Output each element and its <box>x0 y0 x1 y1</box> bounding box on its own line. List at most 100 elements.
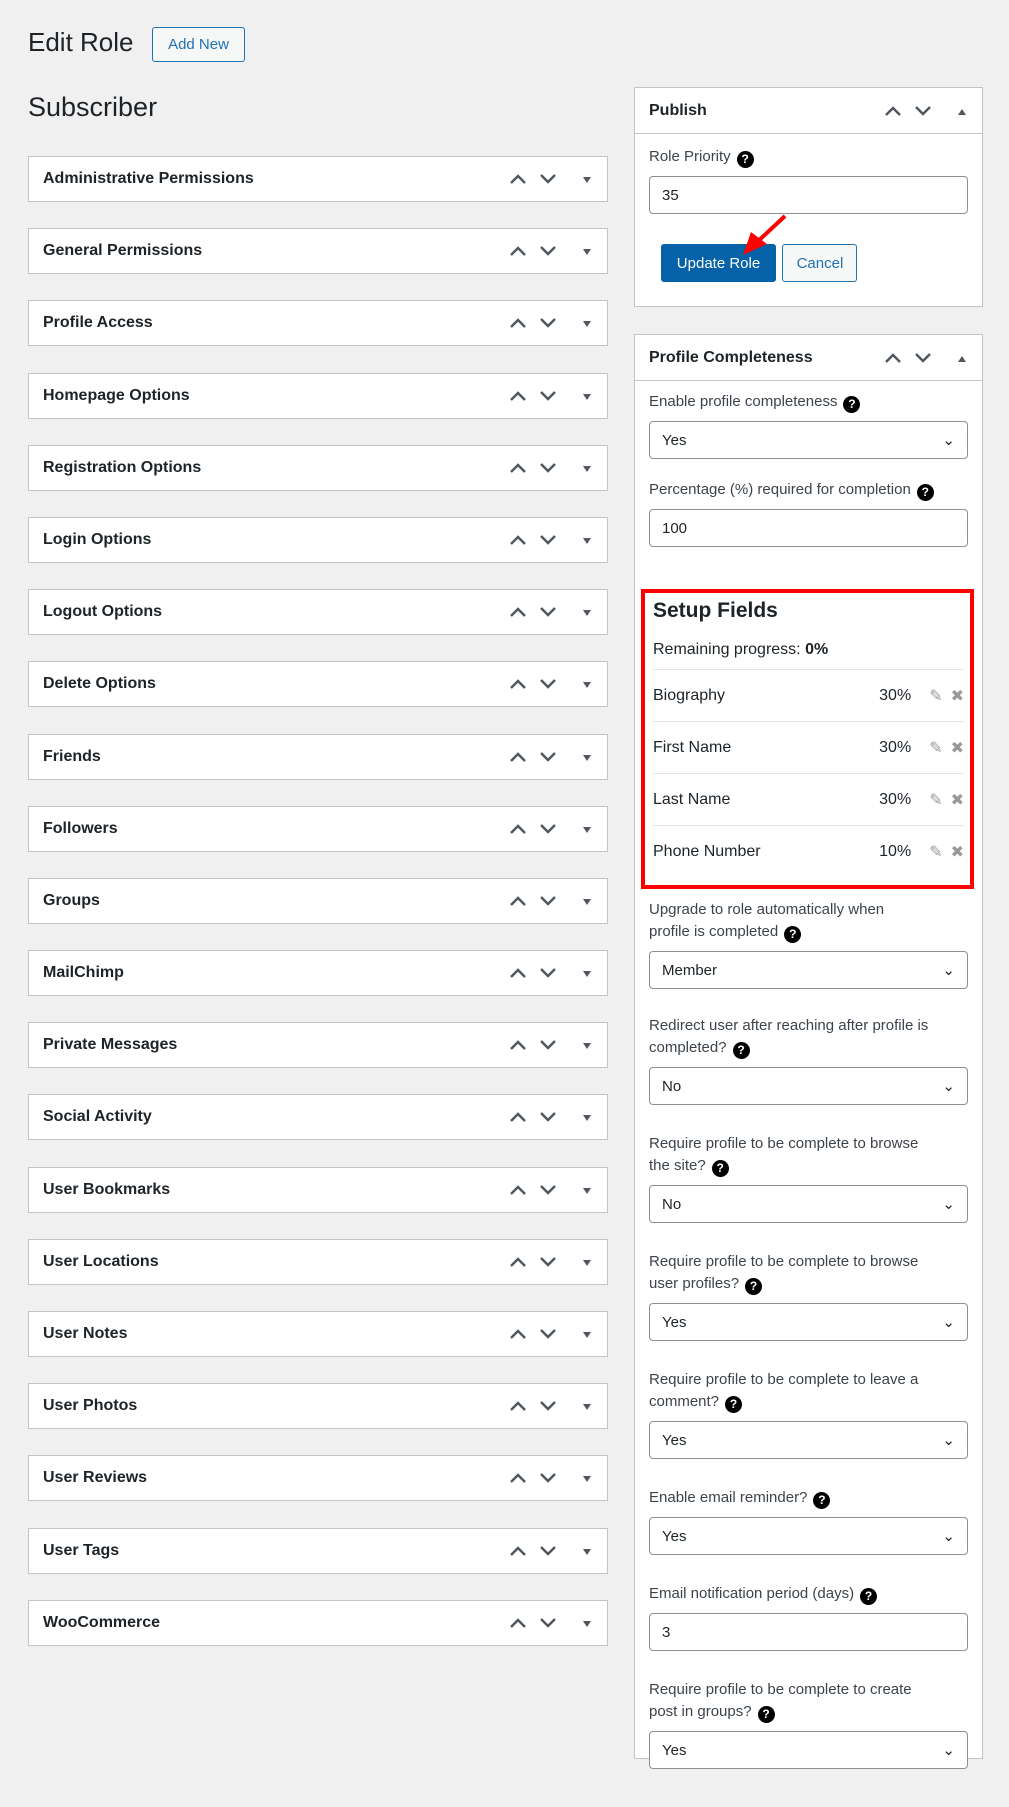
move-down-icon[interactable] <box>539 751 557 763</box>
move-down-icon[interactable] <box>539 1039 557 1051</box>
add-new-button[interactable]: Add New <box>152 27 245 62</box>
move-up-icon[interactable] <box>884 105 902 117</box>
toggle-icon[interactable] <box>569 896 593 906</box>
move-up-icon[interactable] <box>509 1184 527 1196</box>
option-select[interactable]: No ⌄ <box>649 1067 968 1105</box>
move-down-icon[interactable] <box>539 1256 557 1268</box>
close-icon[interactable]: ✖ <box>951 790 964 810</box>
help-icon[interactable]: ? <box>736 150 754 168</box>
move-down-icon[interactable] <box>914 352 932 364</box>
help-icon[interactable]: ? <box>860 1587 878 1605</box>
enable-select[interactable]: Yes ⌄ <box>649 421 968 459</box>
move-down-icon[interactable] <box>539 1617 557 1629</box>
move-down-icon[interactable] <box>539 1545 557 1557</box>
toggle-icon[interactable] <box>569 391 593 401</box>
move-up-icon[interactable] <box>509 751 527 763</box>
move-down-icon[interactable] <box>539 317 557 329</box>
pencil-icon[interactable]: ✎ <box>929 686 942 706</box>
move-up-icon[interactable] <box>509 606 527 618</box>
section-box[interactable]: Followers <box>28 805 608 852</box>
section-box[interactable]: Logout Options <box>28 589 608 636</box>
move-down-icon[interactable] <box>539 967 557 979</box>
section-box[interactable]: MailChimp <box>28 950 608 997</box>
move-down-icon[interactable] <box>539 823 557 835</box>
move-up-icon[interactable] <box>509 1472 527 1484</box>
section-box[interactable]: User Notes <box>28 1311 608 1357</box>
toggle-icon[interactable] <box>569 968 593 978</box>
move-up-icon[interactable] <box>509 1400 527 1412</box>
close-icon[interactable]: ✖ <box>951 738 964 758</box>
help-icon[interactable]: ? <box>813 1491 831 1509</box>
toggle-icon[interactable] <box>569 318 593 328</box>
section-box[interactable]: Delete Options <box>28 661 608 708</box>
move-up-icon[interactable] <box>509 895 527 907</box>
move-up-icon[interactable] <box>509 173 527 185</box>
help-icon[interactable]: ? <box>725 1395 743 1413</box>
close-icon[interactable]: ✖ <box>951 686 964 706</box>
close-icon[interactable]: ✖ <box>951 842 964 862</box>
section-box[interactable]: User Reviews <box>28 1455 608 1502</box>
section-box[interactable]: Login Options <box>28 516 608 563</box>
move-up-icon[interactable] <box>509 390 527 402</box>
section-box[interactable]: User Locations <box>28 1238 608 1285</box>
move-up-icon[interactable] <box>509 1256 527 1268</box>
move-down-icon[interactable] <box>539 173 557 185</box>
role-priority-input[interactable]: 35 <box>649 176 968 214</box>
section-box[interactable]: Groups <box>28 877 608 924</box>
move-up-icon[interactable] <box>509 1111 527 1123</box>
toggle-icon[interactable] <box>569 752 593 762</box>
option-select[interactable]: Yes ⌄ <box>649 1421 968 1459</box>
toggle-icon[interactable] <box>569 679 593 689</box>
move-down-icon[interactable] <box>539 1400 557 1412</box>
move-up-icon[interactable] <box>509 462 527 474</box>
toggle-icon[interactable] <box>569 824 593 834</box>
toggle-icon[interactable] <box>569 535 593 545</box>
pencil-icon[interactable]: ✎ <box>929 738 942 758</box>
move-up-icon[interactable] <box>509 317 527 329</box>
move-down-icon[interactable] <box>914 105 932 117</box>
move-down-icon[interactable] <box>539 1111 557 1123</box>
move-up-icon[interactable] <box>509 1328 527 1340</box>
move-up-icon[interactable] <box>509 967 527 979</box>
move-up-icon[interactable] <box>509 823 527 835</box>
move-down-icon[interactable] <box>539 534 557 546</box>
move-up-icon[interactable] <box>509 1039 527 1051</box>
move-down-icon[interactable] <box>539 606 557 618</box>
cancel-button[interactable]: Cancel <box>782 244 858 282</box>
section-box[interactable]: WooCommerce <box>28 1599 608 1646</box>
move-up-icon[interactable] <box>509 534 527 546</box>
toggle-icon[interactable] <box>569 1618 593 1628</box>
toggle-icon[interactable] <box>569 1546 593 1556</box>
help-icon[interactable]: ? <box>784 925 802 943</box>
move-up-icon[interactable] <box>884 352 902 364</box>
move-down-icon[interactable] <box>539 245 557 257</box>
move-down-icon[interactable] <box>539 1184 557 1196</box>
option-select[interactable]: No ⌄ <box>649 1185 968 1223</box>
option-input[interactable]: 3 <box>649 1613 968 1651</box>
move-up-icon[interactable] <box>509 245 527 257</box>
move-down-icon[interactable] <box>539 390 557 402</box>
toggle-icon[interactable] <box>569 1185 593 1195</box>
section-box[interactable]: Homepage Options <box>28 372 608 419</box>
move-down-icon[interactable] <box>539 1472 557 1484</box>
toggle-icon[interactable] <box>569 1112 593 1122</box>
move-down-icon[interactable] <box>539 1328 557 1340</box>
move-down-icon[interactable] <box>539 462 557 474</box>
toggle-icon[interactable] <box>569 1257 593 1267</box>
option-select[interactable]: Yes ⌄ <box>649 1731 968 1769</box>
help-icon[interactable]: ? <box>757 1705 775 1723</box>
section-box[interactable]: User Tags <box>28 1527 608 1574</box>
help-icon[interactable]: ? <box>843 395 861 413</box>
toggle-icon[interactable] <box>944 106 968 116</box>
toggle-icon[interactable] <box>569 174 593 184</box>
move-up-icon[interactable] <box>509 1617 527 1629</box>
section-box[interactable]: User Photos <box>28 1383 608 1430</box>
option-select[interactable]: Member ⌄ <box>649 951 968 989</box>
section-box[interactable]: Profile Access <box>28 300 608 347</box>
move-up-icon[interactable] <box>509 678 527 690</box>
toggle-icon[interactable] <box>569 607 593 617</box>
help-icon[interactable]: ? <box>745 1277 763 1295</box>
pencil-icon[interactable]: ✎ <box>929 790 942 810</box>
toggle-icon[interactable] <box>569 463 593 473</box>
toggle-icon[interactable] <box>569 1040 593 1050</box>
